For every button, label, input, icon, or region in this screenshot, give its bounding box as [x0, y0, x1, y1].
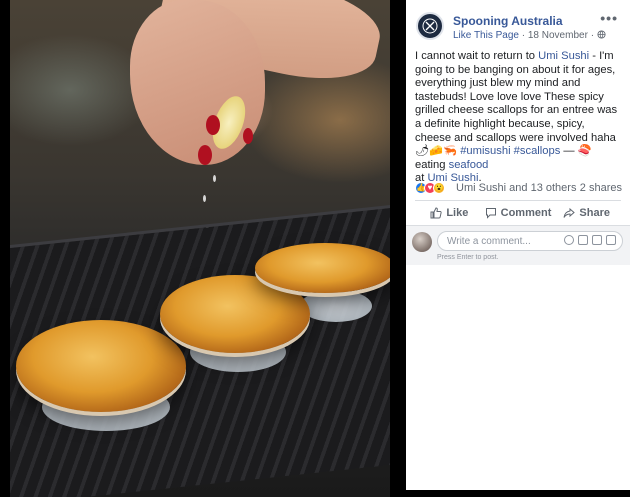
- post-photo[interactable]: [10, 0, 390, 497]
- divider: [415, 200, 621, 201]
- share-arrow-icon: [563, 207, 576, 218]
- umi-sushi-link[interactable]: Umi Sushi: [538, 50, 589, 62]
- comment-button[interactable]: Comment: [484, 203, 553, 223]
- user-avatar[interactable]: [412, 232, 432, 252]
- press-enter-hint: Press Enter to post.: [437, 254, 499, 261]
- meta-separator: ·: [521, 30, 526, 41]
- post-header: Spooning Australia Like This Page · 18 N…: [414, 10, 624, 42]
- like-label: Like: [446, 207, 469, 219]
- comment-icon: [485, 208, 496, 219]
- comment-placeholder: Write a comment...: [447, 236, 531, 247]
- red-nail: [206, 115, 220, 135]
- camera-icon[interactable]: [578, 235, 588, 245]
- text-segment: - I'm going to be banging on about it fo…: [415, 50, 618, 144]
- emoji-icon[interactable]: [564, 235, 574, 245]
- action-bar: Like Comment Share: [415, 203, 621, 223]
- hashtags-link[interactable]: #umisushi #scallops: [460, 145, 560, 157]
- comment-tools: [564, 235, 616, 245]
- red-nail: [243, 128, 253, 144]
- seafood-link[interactable]: seafood: [449, 159, 489, 171]
- page-avatar[interactable]: [416, 12, 444, 40]
- red-nail: [198, 145, 212, 165]
- comment-input[interactable]: Write a comment...: [437, 231, 623, 251]
- pepper-emoji: 🌶: [415, 145, 430, 158]
- sticker-icon[interactable]: [606, 235, 616, 245]
- like-button[interactable]: Like: [415, 203, 484, 223]
- comment-label: Comment: [500, 207, 552, 219]
- thumbs-up-icon: [430, 207, 442, 219]
- text-segment: I cannot wait to return to: [415, 50, 539, 62]
- lemon-drop: [213, 175, 216, 182]
- reactions-row: 👍 ♥ 😮 Umi Sushi and 13 others 2 shares: [415, 181, 622, 197]
- food-emoji: 🍣: [577, 145, 592, 158]
- like-page-link[interactable]: Like This Page: [453, 30, 519, 41]
- post-text: I cannot wait to return to Umi Sushi - I…: [415, 50, 623, 186]
- cheese-emoji: 🧀: [429, 145, 444, 158]
- post-meta: Like This Page · 18 November ·: [453, 30, 606, 41]
- page-name-link[interactable]: Spooning Australia: [453, 14, 563, 28]
- share-button[interactable]: Share: [552, 203, 621, 223]
- shares-count[interactable]: 2 shares: [580, 182, 622, 194]
- post-date[interactable]: 18 November: [528, 30, 588, 41]
- post-card: Spooning Australia Like This Page · 18 N…: [406, 0, 630, 490]
- wow-reaction-icon: 😮: [433, 182, 445, 194]
- gif-icon[interactable]: [592, 235, 602, 245]
- reaction-count[interactable]: Umi Sushi and 13 others: [456, 182, 576, 194]
- globe-icon: [597, 30, 606, 39]
- scallop: [16, 320, 186, 412]
- comment-composer: Write a comment... Press Enter to post.: [406, 225, 630, 265]
- text-segment: —: [560, 145, 578, 158]
- lemon-drop: [203, 195, 206, 202]
- share-label: Share: [579, 207, 610, 219]
- more-options-button[interactable]: •••: [600, 10, 618, 26]
- shrimp-emoji: 🦐: [443, 145, 458, 158]
- shell-base: [300, 290, 372, 322]
- reaction-icons[interactable]: 👍 ♥ 😮: [415, 182, 445, 196]
- meta-separator: ·: [590, 30, 595, 41]
- text-segment: eating: [415, 158, 449, 171]
- crossed-spoons-icon: [422, 18, 438, 34]
- scallop: [255, 243, 390, 293]
